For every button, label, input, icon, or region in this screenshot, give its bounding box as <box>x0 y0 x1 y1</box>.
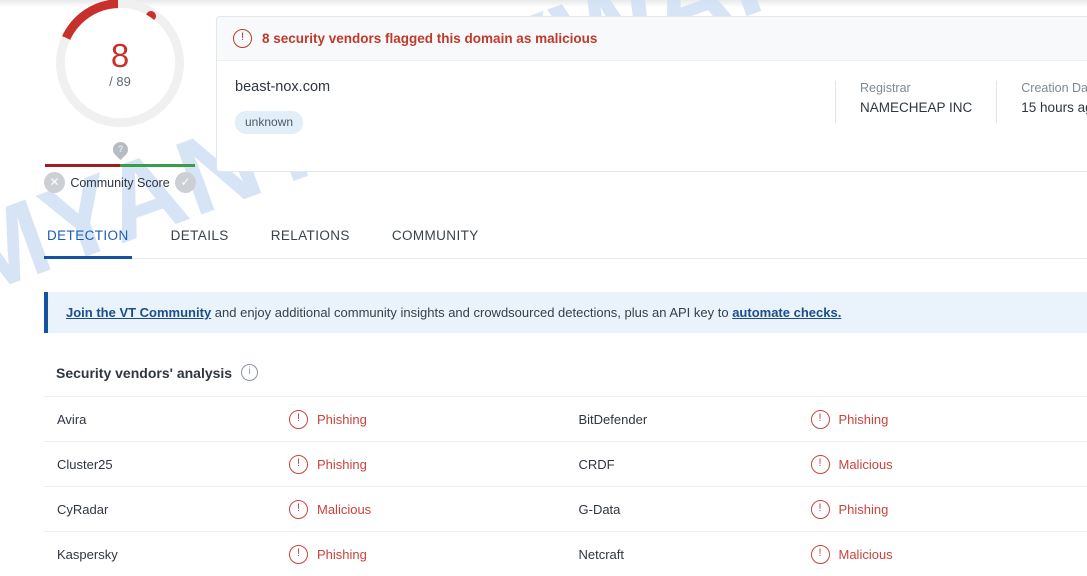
vendor-name: Kaspersky <box>44 547 289 562</box>
pin-question-icon: ? <box>118 145 124 154</box>
tab-bar: DETECTION DETAILS RELATIONS COMMUNITY <box>44 228 1087 259</box>
score-column: 8 / 89 ? ✕ Community Score ✓ <box>44 8 196 198</box>
vendor-name: CRDF <box>566 457 811 472</box>
vendor-verdict-text: Malicious <box>839 457 893 472</box>
meta-registrar: Registrar NAMECHEAP INC <box>835 81 996 123</box>
vendor-verdict-text: Phishing <box>317 457 367 472</box>
vendors-title-text: Security vendors' analysis <box>56 365 232 381</box>
vendor-verdict: ! Phishing <box>289 545 367 564</box>
domain-name: beast-nox.com <box>235 79 835 95</box>
vendors-table: Avira!PhishingBitDefender!PhishingCluste… <box>44 396 1087 576</box>
meta-registrar-label: Registrar <box>860 81 972 95</box>
vendor-verdict-text: Malicious <box>317 502 371 517</box>
meta-creation-date: Creation Date 15 hours ago <box>996 81 1087 123</box>
meta-creation-date-value: 15 hours ago <box>1021 100 1087 115</box>
domain-block: beast-nox.com unknown <box>235 79 835 134</box>
verdict-warning-icon: ! <box>289 455 308 474</box>
community-score-row: ✕ Community Score ✓ <box>44 172 196 193</box>
tab-detection[interactable]: DETECTION <box>44 228 132 259</box>
detection-score: 8 <box>111 39 129 72</box>
verdict-warning-icon: ! <box>811 410 830 429</box>
domain-info-card: ! 8 security vendors flagged this domain… <box>216 16 1087 172</box>
domain-tag: unknown <box>235 111 303 134</box>
vendor-row: Kaspersky! Phishing <box>44 531 566 576</box>
vendor-verdict-text: Phishing <box>839 412 889 427</box>
vendor-row: CRDF! Malicious <box>566 441 1087 486</box>
vendor-row: G-Data! Phishing <box>566 486 1087 531</box>
tab-relations[interactable]: RELATIONS <box>268 228 353 259</box>
vendors-section-title: Security vendors' analysis i <box>56 364 258 381</box>
community-score-pin: ? <box>110 139 131 160</box>
community-score-label: Community Score <box>70 176 169 190</box>
vendor-name: BitDefender <box>566 412 811 427</box>
verdict-warning-icon: ! <box>811 455 830 474</box>
info-icon[interactable]: i <box>241 364 258 381</box>
vendor-name: CyRadar <box>44 502 289 517</box>
verdict-warning-icon: ! <box>289 500 308 519</box>
join-vt-community-link[interactable]: Join the VT Community <box>66 305 211 320</box>
vendor-row: BitDefender! Phishing <box>566 396 1087 441</box>
vendor-verdict: ! Phishing <box>811 500 889 519</box>
vendor-row: Cluster25! Phishing <box>44 441 566 486</box>
vendor-verdict: ! Phishing <box>289 455 367 474</box>
vendor-verdict: ! Phishing <box>811 410 889 429</box>
verdict-warning-icon: ! <box>811 500 830 519</box>
domain-meta: Registrar NAMECHEAP INC Creation Date 15… <box>835 79 1087 123</box>
vendor-verdict-text: Phishing <box>317 547 367 562</box>
vendor-verdict: ! Phishing <box>289 410 367 429</box>
vendor-verdict-text: Malicious <box>839 547 893 562</box>
tab-details[interactable]: DETAILS <box>168 228 232 259</box>
vendor-row: Avira! Phishing <box>44 396 566 441</box>
verdict-warning-icon: ! <box>289 410 308 429</box>
vendor-name: G-Data <box>566 502 811 517</box>
page-content: 8 / 89 ? ✕ Community Score ✓ ! 8 securit… <box>0 0 1087 569</box>
alert-message: 8 security vendors flagged this domain a… <box>262 31 597 46</box>
vt-community-banner: Join the VT Community and enjoy addition… <box>44 292 1087 333</box>
vendor-name: Netcraft <box>566 547 811 562</box>
automate-checks-link[interactable]: automate checks. <box>732 305 841 320</box>
vendor-verdict: ! Malicious <box>811 455 893 474</box>
verdict-warning-icon: ! <box>811 545 830 564</box>
vendor-verdict: ! Malicious <box>811 545 893 564</box>
vendor-row: Netcraft! Malicious <box>566 531 1087 576</box>
meta-registrar-value: NAMECHEAP INC <box>860 100 972 115</box>
vendor-verdict-text: Phishing <box>317 412 367 427</box>
vendor-name: Cluster25 <box>44 457 289 472</box>
vendor-verdict-text: Phishing <box>839 502 889 517</box>
vendor-name: Avira <box>44 412 289 427</box>
gauge-inner: 8 / 89 <box>65 8 175 118</box>
detection-total: / 89 <box>109 75 131 88</box>
malicious-alert-bar: ! 8 security vendors flagged this domain… <box>217 17 1087 61</box>
domain-card-body: beast-nox.com unknown Registrar NAMECHEA… <box>217 61 1087 171</box>
meta-creation-date-label: Creation Date <box>1021 81 1087 95</box>
banner-middle-text: and enjoy additional community insights … <box>211 305 732 320</box>
verdict-warning-icon: ! <box>289 545 308 564</box>
thumbs-up-icon[interactable]: ✓ <box>175 172 196 193</box>
tab-community[interactable]: COMMUNITY <box>389 228 482 259</box>
vendor-row: CyRadar! Malicious <box>44 486 566 531</box>
community-score-bar <box>45 164 195 167</box>
vendor-verdict: ! Malicious <box>289 500 371 519</box>
community-score-widget: ? ✕ Community Score ✓ <box>44 142 196 198</box>
alert-warning-icon: ! <box>233 29 252 48</box>
detection-gauge: 8 / 89 <box>65 8 175 118</box>
thumbs-down-icon[interactable]: ✕ <box>44 172 65 193</box>
